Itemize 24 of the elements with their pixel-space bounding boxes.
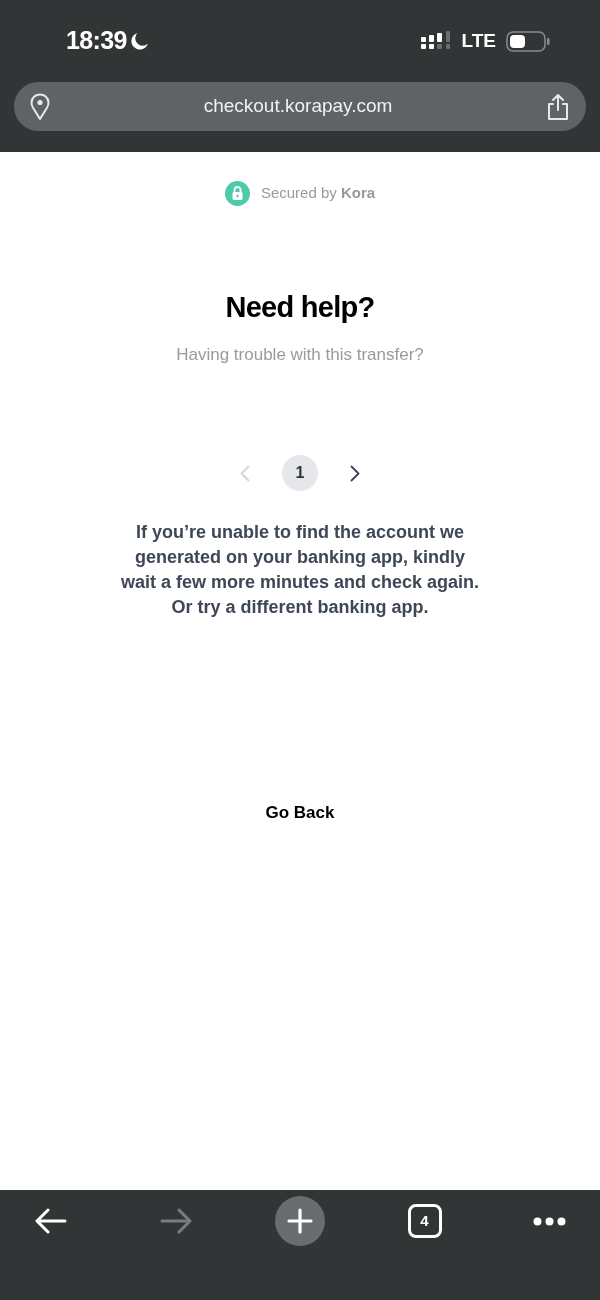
plus-icon — [287, 1208, 313, 1234]
page-number-button[interactable]: 1 — [282, 455, 318, 491]
go-back-button[interactable]: Go Back — [255, 794, 345, 832]
arrow-left-icon — [35, 1208, 67, 1234]
address-bar[interactable]: checkout.korapay.com — [14, 82, 586, 131]
share-icon[interactable] — [546, 92, 570, 121]
page-title: Need help? — [225, 290, 375, 325]
chevron-left-icon — [240, 464, 250, 482]
page-subtitle: Having trouble with this transfer? — [176, 343, 424, 366]
more-dots-icon — [532, 1216, 566, 1226]
url-text: checkout.korapay.com — [203, 94, 393, 119]
network-label: LTE — [461, 28, 496, 53]
status-time: 18:39 — [66, 25, 127, 57]
battery-icon — [506, 30, 550, 52]
new-tab-button[interactable] — [275, 1196, 325, 1246]
chevron-right-icon — [350, 464, 360, 482]
lock-icon — [224, 181, 250, 206]
help-message: If you’re unable to find the account we generated on your banking app, kindly wait a few more minutes and check again. Or try a different banking app. — [119, 521, 481, 619]
moon-icon — [129, 31, 149, 51]
signal-icon — [420, 31, 452, 51]
location-pin-icon[interactable] — [30, 92, 50, 121]
security-note: Secured by Kora — [260, 183, 376, 204]
arrow-right-icon — [159, 1208, 192, 1234]
tab-count-button[interactable]: 4 — [407, 1204, 442, 1238]
